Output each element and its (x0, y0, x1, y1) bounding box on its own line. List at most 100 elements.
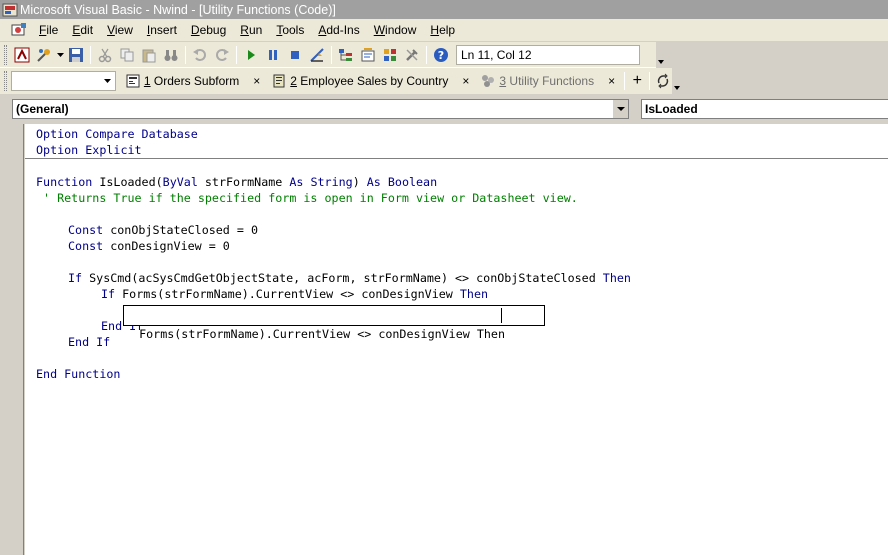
close-icon[interactable]: × (253, 74, 260, 88)
tab-orders-subform[interactable]: 1 Orders Subform × (120, 70, 266, 92)
inline-edit-box[interactable]: Forms(strFormName).CurrentView <> conDes… (123, 305, 545, 341)
margin-indicator-bar[interactable] (2, 124, 24, 555)
toolbar-separator (236, 45, 237, 64)
close-icon[interactable]: × (462, 74, 469, 88)
menu-window[interactable]: Window (367, 20, 424, 40)
toolbar-separator (426, 45, 427, 64)
vba-app-icon[interactable] (2, 2, 18, 18)
copy-icon (120, 48, 134, 61)
code-line: If Forms(strFormName).CurrentView <> con… (101, 287, 489, 301)
code-line: Option Explicit (36, 143, 142, 157)
close-icon[interactable]: × (608, 74, 615, 88)
menu-edit[interactable]: Edit (65, 20, 100, 40)
design-mode-button[interactable] (306, 44, 328, 66)
paste-icon (142, 49, 156, 62)
toolbar-separator (624, 72, 626, 90)
recycle-icon (657, 73, 668, 89)
save-icon (69, 47, 83, 62)
redo-button[interactable] (211, 44, 233, 66)
toolbar-separator (649, 72, 651, 90)
cut-icon (98, 48, 112, 62)
code-line: End Function (36, 367, 121, 381)
title-bar: Microsoft Visual Basic - Nwind - [Utilit… (0, 0, 888, 19)
access-key-icon (14, 47, 30, 62)
standard-toolbar: ? Ln 11, Col 12 (0, 41, 666, 68)
object-browser-button[interactable] (379, 44, 401, 66)
module-icon (482, 75, 495, 87)
toolbar-options-arrow[interactable] (671, 68, 680, 94)
form-icon (126, 74, 140, 88)
toolbar-separator (185, 45, 186, 64)
toolbox-icon (406, 48, 418, 61)
code-line: End If (68, 335, 111, 349)
save-button[interactable] (65, 44, 87, 66)
undo-button[interactable] (189, 44, 211, 66)
tab-utility-functions[interactable]: 3 Utility Functions × (475, 70, 621, 92)
help-icon: ? (434, 47, 448, 62)
menu-file[interactable]: File (32, 20, 65, 40)
chevron-down-icon (56, 52, 64, 57)
menu-help[interactable]: Help (423, 20, 462, 40)
reset-button[interactable] (284, 44, 306, 66)
toolbar-grip[interactable] (4, 44, 7, 65)
procedure-separator (25, 158, 888, 159)
plus-icon: + (632, 72, 642, 89)
break-button[interactable] (262, 44, 284, 66)
insert-dropdown-arrow[interactable] (55, 44, 65, 66)
pause-icon (269, 49, 277, 60)
project-explorer-button[interactable] (335, 44, 357, 66)
procedure-dropdown[interactable]: IsLoaded (641, 99, 888, 119)
vba-document-icon[interactable] (10, 22, 28, 38)
chevron-down-icon (104, 79, 112, 83)
design-mode-icon (310, 47, 324, 62)
code-comment: ' Returns True if the specified form is … (36, 191, 578, 205)
properties-window-button[interactable] (357, 44, 379, 66)
insert-module-icon (37, 48, 50, 62)
view-access-button[interactable] (11, 44, 33, 66)
toolbar-separator (90, 45, 91, 64)
window-title: Microsoft Visual Basic - Nwind - [Utilit… (20, 2, 336, 17)
toolbar-options-arrow[interactable] (656, 41, 666, 68)
stop-icon (291, 50, 299, 59)
text-caret (501, 308, 502, 323)
menu-run[interactable]: Run (233, 20, 269, 40)
menu-view[interactable]: View (100, 20, 140, 40)
play-icon (248, 49, 255, 60)
toolbar-combo[interactable] (10, 71, 116, 91)
find-button[interactable] (160, 44, 182, 66)
undo-icon (193, 48, 206, 61)
insert-object-button[interactable] (33, 44, 55, 66)
report-icon (273, 74, 285, 88)
copy-button[interactable] (116, 44, 138, 66)
recycle-button[interactable] (653, 70, 671, 92)
add-tab-button[interactable]: + (628, 70, 646, 92)
menu-bar: File Edit View Insert Debug Run Tools Ad… (0, 19, 888, 41)
code-line: Const conDesignView = 0 (68, 239, 230, 253)
paste-button[interactable] (138, 44, 160, 66)
svg-text:?: ? (438, 49, 444, 62)
code-line: Option Compare Database (36, 127, 198, 141)
help-button[interactable]: ? (430, 44, 452, 66)
redo-icon (216, 48, 229, 61)
project-explorer-icon (339, 48, 352, 61)
code-window-header: (General) IsLoaded (0, 94, 888, 122)
chevron-down-icon[interactable] (612, 100, 628, 118)
code-line: Function IsLoaded(ByVal strFormName As S… (36, 175, 438, 189)
object-dropdown[interactable]: (General) (12, 99, 629, 119)
toolbox-button[interactable] (401, 44, 423, 66)
menu-debug[interactable]: Debug (184, 20, 233, 40)
properties-icon (361, 47, 375, 61)
menu-tools[interactable]: Tools (269, 20, 311, 40)
cursor-position: Ln 11, Col 12 (456, 44, 640, 65)
menu-add-ins[interactable]: Add-Ins (311, 20, 366, 40)
run-button[interactable] (240, 44, 262, 66)
cut-button[interactable] (94, 44, 116, 66)
object-browser-icon (384, 48, 396, 61)
binoculars-icon (164, 49, 178, 61)
tab-employee-sales[interactable]: 2 Employee Sales by Country × (266, 70, 475, 92)
window-tabs-toolbar: 1 Orders Subform × 2 Employee Sales by C… (0, 68, 680, 94)
toolbar-separator (331, 45, 332, 64)
code-line: Const conObjStateClosed = 0 (68, 223, 258, 237)
menu-insert[interactable]: Insert (140, 20, 184, 40)
toolbar-grip[interactable] (4, 71, 7, 91)
